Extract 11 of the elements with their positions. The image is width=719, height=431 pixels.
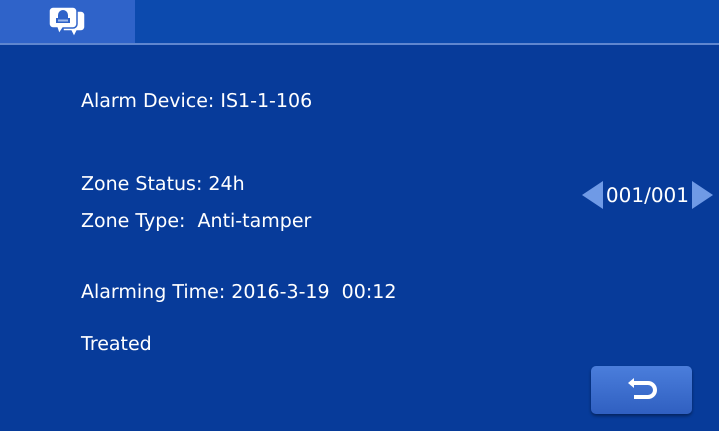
next-button[interactable] <box>691 181 713 209</box>
tab[interactable] <box>0 0 135 43</box>
info-text: Treated <box>81 332 153 357</box>
info-text: Zone Type: Anti-tamper <box>81 209 312 234</box>
back-button[interactable] <box>591 366 692 414</box>
info-text: Alarming Time: 2016-3-19 00:12 <box>81 280 396 305</box>
info-text: Alarm Device: IS1-1-106 <box>81 89 314 114</box>
page-counter: 001/001 <box>604 183 690 207</box>
info-text: Zone Status: 24h <box>81 172 246 197</box>
previous-button[interactable] <box>582 181 604 209</box>
chat-alarm-icon <box>48 6 86 38</box>
